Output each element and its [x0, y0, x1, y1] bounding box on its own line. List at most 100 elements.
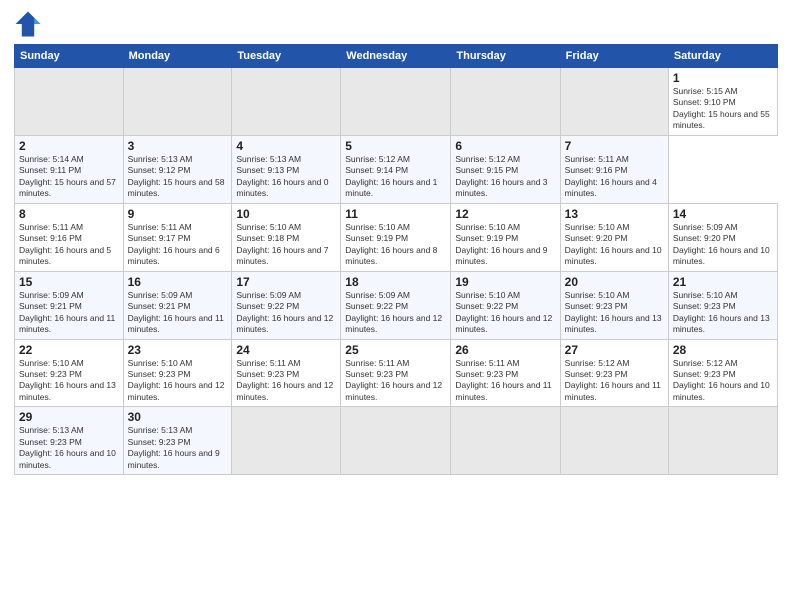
- sunset-text: Sunset: 9:23 PM: [673, 369, 736, 379]
- sunset-text: Sunset: 9:19 PM: [345, 233, 408, 243]
- daylight-text: Daylight: 16 hours and 5 minutes.: [19, 245, 111, 266]
- calendar-cell: 21Sunrise: 5:10 AMSunset: 9:23 PMDayligh…: [668, 271, 777, 339]
- logo: [14, 10, 46, 38]
- day-number: 3: [128, 139, 228, 153]
- calendar-week-4: 15Sunrise: 5:09 AMSunset: 9:21 PMDayligh…: [15, 271, 778, 339]
- sunrise-text: Sunrise: 5:10 AM: [455, 290, 520, 300]
- sunset-text: Sunset: 9:23 PM: [19, 437, 82, 447]
- calendar-cell: 12Sunrise: 5:10 AMSunset: 9:19 PMDayligh…: [451, 203, 560, 271]
- sunrise-text: Sunrise: 5:10 AM: [128, 358, 193, 368]
- calendar-cell: [451, 407, 560, 475]
- daylight-text: Daylight: 16 hours and 9 minutes.: [455, 245, 547, 266]
- sunrise-text: Sunrise: 5:15 AM: [673, 86, 738, 96]
- sunrise-text: Sunrise: 5:13 AM: [128, 154, 193, 164]
- daylight-text: Daylight: 16 hours and 13 minutes.: [673, 313, 770, 334]
- day-number: 22: [19, 343, 119, 357]
- daylight-text: Daylight: 16 hours and 10 minutes.: [19, 448, 116, 469]
- day-info: Sunrise: 5:15 AMSunset: 9:10 PM Daylight:…: [673, 86, 773, 132]
- day-info: Sunrise: 5:10 AMSunset: 9:22 PMDaylight:…: [455, 290, 555, 336]
- day-info: Sunrise: 5:10 AMSunset: 9:23 PMDaylight:…: [19, 358, 119, 404]
- sunset-text: Sunset: 9:23 PM: [345, 369, 408, 379]
- daylight-text: Daylight: 16 hours and 10 minutes.: [565, 245, 662, 266]
- sunrise-text: Sunrise: 5:13 AM: [128, 425, 193, 435]
- daylight-text: Daylight: 16 hours and 7 minutes.: [236, 245, 328, 266]
- calendar-cell: 27Sunrise: 5:12 AMSunset: 9:23 PMDayligh…: [560, 339, 668, 407]
- calendar-cell: 30Sunrise: 5:13 AMSunset: 9:23 PMDayligh…: [123, 407, 232, 475]
- calendar-cell: 23Sunrise: 5:10 AMSunset: 9:23 PMDayligh…: [123, 339, 232, 407]
- calendar-cell: [560, 68, 668, 136]
- daylight-text: Daylight: 15 hours and 58 minutes.: [128, 177, 225, 198]
- day-info: Sunrise: 5:10 AMSunset: 9:19 PM Daylight:…: [345, 222, 446, 268]
- daylight-text: Daylight: 16 hours and 11 minutes.: [128, 313, 224, 334]
- daylight-text: Daylight: 16 hours and 12 minutes.: [345, 380, 442, 401]
- day-info: Sunrise: 5:10 AMSunset: 9:23 PMDaylight:…: [565, 290, 664, 336]
- daylight-text: Daylight: 16 hours and 11 minutes.: [19, 313, 115, 334]
- sunrise-text: Sunrise: 5:12 AM: [455, 154, 520, 164]
- sunset-text: Sunset: 9:17 PM: [128, 233, 191, 243]
- sunset-text: Sunset: 9:22 PM: [345, 301, 408, 311]
- daylight-text: Daylight: 16 hours and 0 minutes.: [236, 177, 328, 198]
- calendar-cell: 4Sunrise: 5:13 AMSunset: 9:13 PMDaylight…: [232, 135, 341, 203]
- day-number: 30: [128, 410, 228, 424]
- calendar-cell: 20Sunrise: 5:10 AMSunset: 9:23 PMDayligh…: [560, 271, 668, 339]
- sunrise-text: Sunrise: 5:09 AM: [19, 290, 84, 300]
- daylight-text: Daylight: 16 hours and 8 minutes.: [345, 245, 437, 266]
- sunset-text: Sunset: 9:23 PM: [128, 369, 191, 379]
- sunrise-text: Sunrise: 5:13 AM: [19, 425, 84, 435]
- weekday-header-tuesday: Tuesday: [232, 45, 341, 68]
- sunrise-text: Sunrise: 5:10 AM: [673, 290, 738, 300]
- weekday-header-saturday: Saturday: [668, 45, 777, 68]
- sunset-text: Sunset: 9:10 PM: [673, 97, 736, 107]
- sunrise-text: Sunrise: 5:10 AM: [455, 222, 520, 232]
- sunset-text: Sunset: 9:19 PM: [455, 233, 518, 243]
- sunset-text: Sunset: 9:16 PM: [565, 165, 628, 175]
- sunrise-text: Sunrise: 5:12 AM: [565, 358, 630, 368]
- daylight-text: Daylight: 16 hours and 13 minutes.: [19, 380, 116, 401]
- day-info: Sunrise: 5:13 AMSunset: 9:23 PMDaylight:…: [128, 425, 228, 471]
- day-info: Sunrise: 5:11 AMSunset: 9:23 PMDaylight:…: [455, 358, 555, 404]
- calendar-cell: [451, 68, 560, 136]
- day-number: 13: [565, 207, 664, 221]
- daylight-text: Daylight: 16 hours and 12 minutes.: [236, 313, 333, 334]
- sunrise-text: Sunrise: 5:10 AM: [345, 222, 410, 232]
- sunset-text: Sunset: 9:22 PM: [236, 301, 299, 311]
- day-number: 25: [345, 343, 446, 357]
- weekday-header-wednesday: Wednesday: [341, 45, 451, 68]
- weekday-header-sunday: Sunday: [15, 45, 124, 68]
- day-number: 24: [236, 343, 336, 357]
- calendar-cell: [123, 68, 232, 136]
- day-info: Sunrise: 5:10 AMSunset: 9:23 PMDaylight:…: [673, 290, 773, 336]
- daylight-text: Daylight: 16 hours and 10 minutes.: [673, 380, 770, 401]
- day-info: Sunrise: 5:11 AMSunset: 9:23 PMDaylight:…: [236, 358, 336, 404]
- day-number: 11: [345, 207, 446, 221]
- daylight-text: Daylight: 16 hours and 3 minutes.: [455, 177, 547, 198]
- day-number: 15: [19, 275, 119, 289]
- daylight-text: Daylight: 16 hours and 13 minutes.: [565, 313, 662, 334]
- sunset-text: Sunset: 9:14 PM: [345, 165, 408, 175]
- sunrise-text: Sunrise: 5:11 AM: [19, 222, 83, 232]
- calendar-week-5: 22Sunrise: 5:10 AMSunset: 9:23 PMDayligh…: [15, 339, 778, 407]
- calendar-cell: 11Sunrise: 5:10 AMSunset: 9:19 PM Dayligh…: [341, 203, 451, 271]
- weekday-header-friday: Friday: [560, 45, 668, 68]
- calendar-cell: 15Sunrise: 5:09 AMSunset: 9:21 PM Dayligh…: [15, 271, 124, 339]
- daylight-text: Daylight: 15 hours and 55 minutes.: [673, 109, 770, 130]
- calendar-cell: 9Sunrise: 5:11 AMSunset: 9:17 PMDaylight…: [123, 203, 232, 271]
- weekday-header-thursday: Thursday: [451, 45, 560, 68]
- sunrise-text: Sunrise: 5:09 AM: [236, 290, 301, 300]
- calendar-cell: 18Sunrise: 5:09 AMSunset: 9:22 PMDayligh…: [341, 271, 451, 339]
- sunset-text: Sunset: 9:11 PM: [19, 165, 81, 175]
- sunset-text: Sunset: 9:21 PM: [19, 301, 82, 311]
- day-info: Sunrise: 5:12 AMSunset: 9:23 PMDaylight:…: [565, 358, 664, 404]
- daylight-text: Daylight: 16 hours and 6 minutes.: [128, 245, 220, 266]
- sunrise-text: Sunrise: 5:12 AM: [345, 154, 410, 164]
- day-info: Sunrise: 5:13 AMSunset: 9:13 PMDaylight:…: [236, 154, 336, 200]
- sunset-text: Sunset: 9:21 PM: [128, 301, 191, 311]
- sunset-text: Sunset: 9:18 PM: [236, 233, 299, 243]
- sunset-text: Sunset: 9:23 PM: [19, 369, 82, 379]
- day-info: Sunrise: 5:10 AMSunset: 9:20 PMDaylight:…: [565, 222, 664, 268]
- calendar-cell: 3Sunrise: 5:13 AMSunset: 9:12 PMDaylight…: [123, 135, 232, 203]
- day-number: 17: [236, 275, 336, 289]
- calendar-cell: 2Sunrise: 5:14 AMSunset: 9:11 PMDaylight…: [15, 135, 124, 203]
- calendar-cell: 29Sunrise: 5:13 AMSunset: 9:23 PMDayligh…: [15, 407, 124, 475]
- sunrise-text: Sunrise: 5:10 AM: [236, 222, 301, 232]
